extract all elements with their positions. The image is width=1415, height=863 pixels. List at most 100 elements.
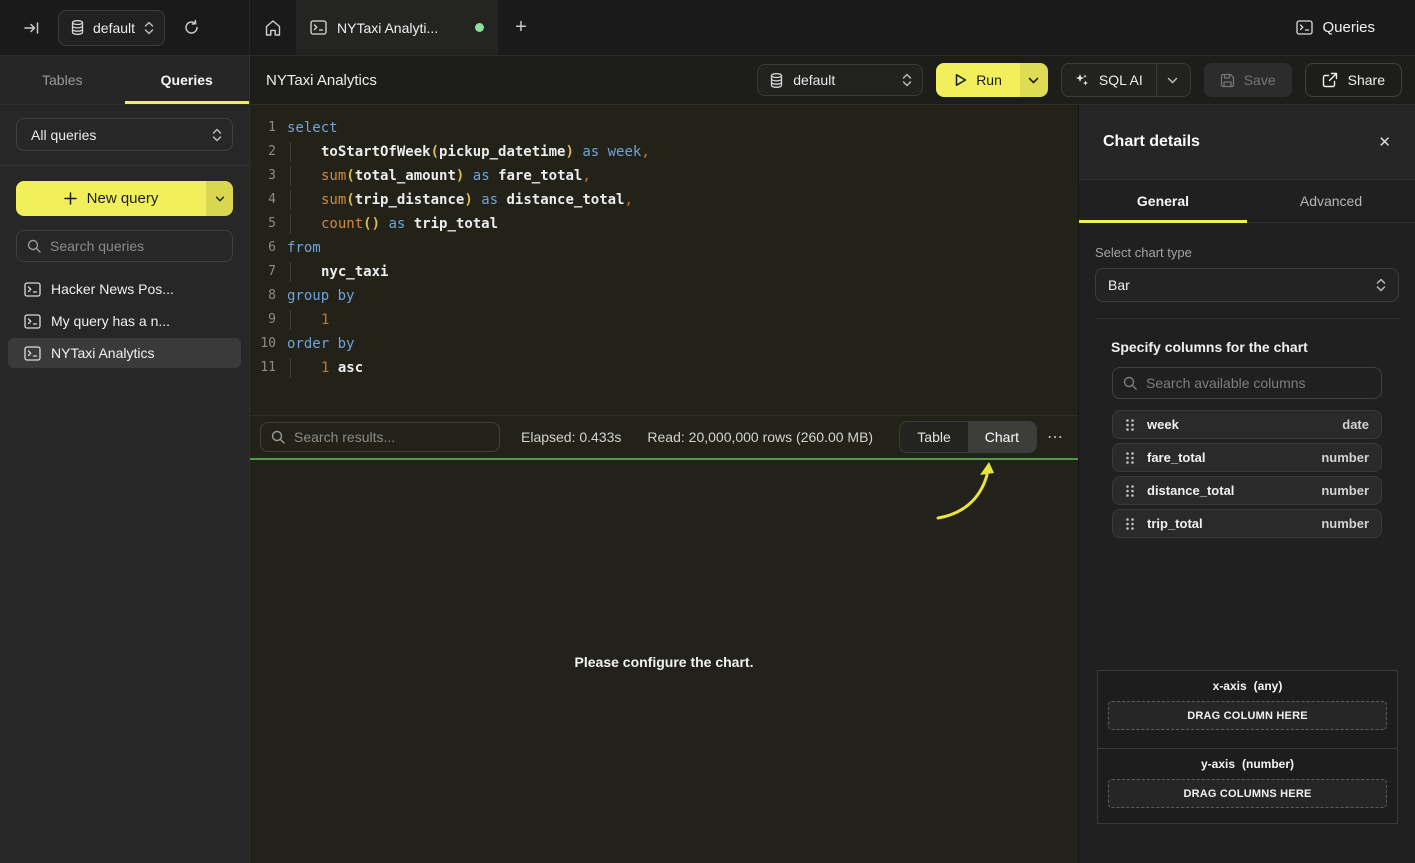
code-line: 10 order by <box>250 332 1078 356</box>
code-text: order by <box>287 332 354 356</box>
chart-type-label: Select chart type <box>1095 245 1399 260</box>
share-button[interactable]: Share <box>1305 63 1402 97</box>
query-filter-value: All queries <box>31 127 212 143</box>
queries-icon <box>1296 20 1313 35</box>
column-row[interactable]: fare_totalnumber <box>1112 443 1382 472</box>
code-line: 6from <box>250 236 1078 260</box>
code-line: 8 group by <box>250 284 1078 308</box>
plus-icon <box>64 192 77 205</box>
save-button[interactable]: Save <box>1204 63 1292 97</box>
home-icon[interactable] <box>250 0 296 55</box>
sql-editor[interactable]: 1 select2toStartOfWeek(pickup_datetime) a… <box>250 105 1078 415</box>
tab-advanced[interactable]: Advanced <box>1247 180 1415 222</box>
chevron-updown-icon <box>902 73 912 87</box>
chart-type-select[interactable]: Bar <box>1095 268 1399 302</box>
results-search-input[interactable] <box>294 429 489 445</box>
new-query-split-button: New query <box>16 181 233 216</box>
search-icon <box>27 239 41 253</box>
y-axis-label: y-axis <box>1201 757 1235 771</box>
query-icon <box>24 282 41 297</box>
close-icon[interactable]: ✕ <box>1378 133 1391 151</box>
code-text: from <box>287 236 321 260</box>
query-filter-select[interactable]: All queries <box>16 118 233 151</box>
line-number: 10 <box>250 332 276 356</box>
columns-search-input[interactable] <box>1146 375 1371 391</box>
chart-type-value: Bar <box>1108 277 1376 293</box>
search-icon <box>271 430 285 444</box>
sql-ai-caret[interactable] <box>1156 64 1178 96</box>
chart-details-panel: Chart details ✕ General Advanced Select … <box>1078 105 1415 863</box>
panel-tabs: General Advanced <box>1079 180 1415 223</box>
column-row[interactable]: distance_total number <box>1112 476 1382 505</box>
y-axis-drop-zone[interactable]: DRAG COLUMNS HERE <box>1108 779 1387 808</box>
tab-queries[interactable]: Queries <box>125 56 250 104</box>
code-line: 1 select <box>250 116 1078 140</box>
save-icon <box>1220 73 1235 88</box>
x-axis-section: x-axis(any) DRAG COLUMN HERE <box>1098 671 1397 748</box>
query-item-label: Hacker News Pos... <box>51 281 174 297</box>
share-icon <box>1322 72 1338 88</box>
code-line: 5count() as trip_total <box>250 212 1078 236</box>
toolbar-database-selector[interactable]: default <box>757 64 923 96</box>
x-axis-title: x-axis(any) <box>1098 679 1397 693</box>
collapse-sidebar-icon[interactable] <box>20 16 44 40</box>
line-number: 4 <box>250 188 276 212</box>
code-text: 1 <box>287 308 329 332</box>
chart-view-button[interactable]: Chart <box>968 422 1036 452</box>
query-list-item[interactable]: Hacker News Pos... <box>8 274 241 304</box>
columns-search <box>1112 367 1382 399</box>
code-line: 91 <box>250 308 1078 332</box>
query-list-item[interactable]: NYTaxi Analytics <box>8 338 241 368</box>
x-axis-constraint: (any) <box>1254 679 1283 693</box>
code-text: group by <box>287 284 354 308</box>
sql-ai-label: SQL AI <box>1099 72 1143 88</box>
run-button[interactable]: Run <box>936 63 1020 97</box>
rows-read-stats: Read: 20,000,000 rows (260.00 MB) <box>647 429 873 445</box>
new-query-label: New query <box>87 190 159 207</box>
line-number: 11 <box>250 356 276 380</box>
tab-label: NYTaxi Analyti... <box>337 20 465 36</box>
new-tab-button[interactable]: + <box>498 0 544 55</box>
refresh-icon[interactable] <box>179 16 203 40</box>
queries-nav-button[interactable]: Queries <box>1296 0 1415 55</box>
y-axis-section: y-axis(number) DRAG COLUMNS HERE <box>1098 748 1397 824</box>
column-type: date <box>1342 417 1369 432</box>
query-search-input[interactable] <box>50 238 222 254</box>
run-options-caret[interactable] <box>1020 63 1048 97</box>
annotation-arrow-icon <box>910 460 1010 530</box>
code-text: select <box>287 116 338 140</box>
query-icon <box>310 20 327 35</box>
chart-canvas: Please configure the chart. <box>250 460 1078 863</box>
more-options-icon[interactable]: ⋯ <box>1047 427 1064 447</box>
x-axis-drop-zone[interactable]: DRAG COLUMN HERE <box>1108 701 1387 730</box>
line-number: 2 <box>250 140 276 164</box>
line-number: 1 <box>250 116 276 140</box>
code-line: 2toStartOfWeek(pickup_datetime) as week, <box>250 140 1078 164</box>
column-type: number <box>1321 483 1369 498</box>
query-list-item[interactable]: My query has a n... <box>8 306 241 336</box>
column-row[interactable]: trip_totalnumber <box>1112 509 1382 538</box>
database-selector[interactable]: default <box>58 10 165 46</box>
unsaved-changes-dot <box>475 23 484 32</box>
code-text: nyc_taxi <box>287 260 388 284</box>
divider <box>0 165 249 166</box>
new-query-caret[interactable] <box>206 181 233 216</box>
column-row[interactable]: weekdate <box>1112 410 1382 439</box>
column-name: distance_total <box>1147 483 1309 498</box>
column-name: trip_total <box>1147 516 1309 531</box>
drag-handle-icon <box>1125 517 1135 531</box>
line-number: 3 <box>250 164 276 188</box>
table-view-button[interactable]: Table <box>900 422 967 452</box>
new-query-button[interactable]: New query <box>16 181 206 216</box>
sql-ai-button[interactable]: SQL AI <box>1061 63 1191 97</box>
tab-general[interactable]: General <box>1079 180 1247 222</box>
columns-heading: Specify columns for the chart <box>1111 339 1383 355</box>
code-line: 7nyc_taxi <box>250 260 1078 284</box>
query-item-label: My query has a n... <box>51 313 170 329</box>
query-item-label: NYTaxi Analytics <box>51 345 154 361</box>
column-type: number <box>1321 450 1369 465</box>
tab-nytaxi-analytics[interactable]: NYTaxi Analyti... <box>296 0 498 55</box>
sparkle-icon <box>1074 72 1090 88</box>
tab-tables[interactable]: Tables <box>0 56 125 104</box>
line-number: 8 <box>250 284 276 308</box>
